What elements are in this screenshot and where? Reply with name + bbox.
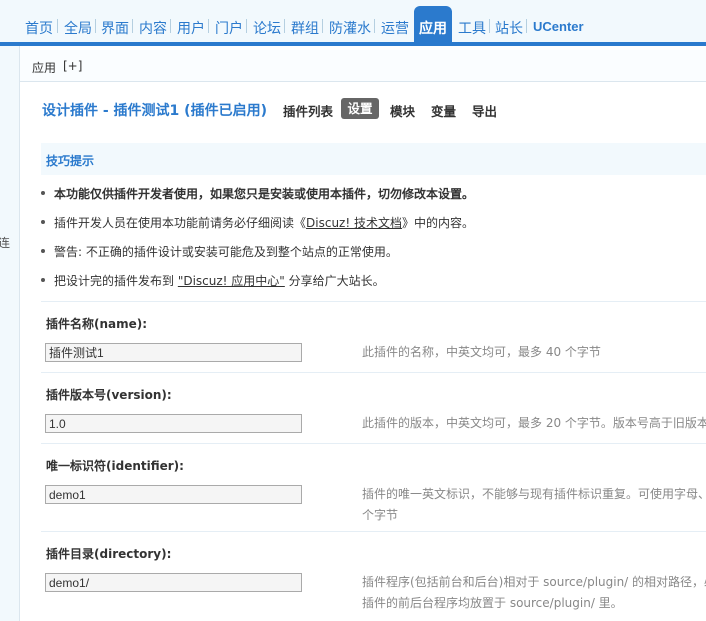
nav-apps-active[interactable]: 应用 (414, 6, 452, 46)
nav-divider (322, 19, 323, 33)
tip-text: 本功能仅供插件开发者使用，如果您只是安装或使用本插件，切勿修改本设置。 (54, 187, 475, 201)
nav-forum[interactable]: 论坛 (253, 18, 281, 38)
identifier-input[interactable]: demo1 (45, 485, 302, 504)
name-input[interactable]: 插件测试1 (45, 343, 302, 362)
nav-content[interactable]: 内容 (139, 18, 167, 38)
top-nav: 首页 全局 界面 内容 用户 门户 论坛 群组 防灌水 运营 应用 工具 站长 … (0, 0, 706, 46)
breadcrumb-label: 应用 (32, 61, 57, 75)
left-sidebar: 连 (0, 46, 20, 621)
nav-divider (526, 19, 527, 33)
nav-webmaster[interactable]: 站长 (495, 18, 523, 38)
sidebar-cut-text[interactable]: 连 (0, 234, 10, 251)
tip-text: 》中的内容。 (401, 216, 474, 230)
nav-users[interactable]: 用户 (177, 18, 205, 38)
directory-desc-line2: 插件的前后台程序均放置于 source/plugin/ 里。 (362, 596, 623, 610)
tip-text: 警告: 不正确的插件设计或安装可能危及到整个站点的正常使用。 (54, 245, 398, 259)
discuz-docs-link[interactable]: Discuz! 技术文档 (306, 216, 402, 230)
directory-input[interactable]: demo1/ (45, 573, 302, 592)
nav-divider (489, 19, 490, 33)
directory-desc: 插件程序(包括前台和后台)相对于 source/plugin/ 的相对路径，必须 (362, 575, 706, 589)
nav-divider (246, 19, 247, 33)
tip-item: 警告: 不正确的插件设计或安装可能危及到整个站点的正常使用。 (41, 243, 398, 260)
tab-modules[interactable]: 模块 (390, 101, 415, 120)
nav-tools[interactable]: 工具 (458, 18, 486, 38)
tab-settings[interactable]: 设置 (341, 98, 379, 119)
tip-text: 插件开发人员在使用本功能前请务必仔细阅读《 (54, 216, 307, 230)
row-divider (41, 301, 706, 302)
nav-operations[interactable]: 运营 (381, 18, 409, 38)
nav-groups[interactable]: 群组 (291, 18, 319, 38)
page-title: 设计插件 - 插件测试1 (插件已启用) (42, 103, 267, 119)
version-desc: 此插件的版本，中英文均可，最多 20 个字节。版本号高于旧版本 (362, 416, 706, 430)
nav-home[interactable]: 首页 (25, 18, 53, 38)
tip-text: 把设计完的插件发布到 (54, 274, 178, 288)
nav-divider (57, 19, 58, 33)
expand-toggle[interactable]: [+] (63, 59, 82, 73)
tab-variables[interactable]: 变量 (431, 101, 456, 120)
nav-divider (170, 19, 171, 33)
app-center-link[interactable]: "Discuz! 应用中心" (178, 274, 285, 288)
row-divider (41, 372, 706, 373)
directory-label: 插件目录(directory): (46, 547, 172, 561)
tips-title: 技巧提示 (46, 154, 95, 168)
version-label: 插件版本号(version): (46, 388, 172, 402)
tab-plugin-list[interactable]: 插件列表 (283, 101, 333, 120)
version-input[interactable]: 1.0 (45, 414, 302, 433)
name-label: 插件名称(name): (46, 317, 148, 331)
tip-item: 本功能仅供插件开发者使用，如果您只是安装或使用本插件，切勿修改本设置。 (40, 185, 475, 202)
name-desc: 此插件的名称，中英文均可，最多 40 个字节 (362, 345, 601, 359)
tip-text: 分享给广大站长。 (284, 274, 385, 288)
tip-item: 把设计完的插件发布到 "Discuz! 应用中心" 分享给广大站长。 (41, 272, 385, 289)
nav-interface[interactable]: 界面 (101, 18, 129, 38)
row-divider (41, 531, 706, 532)
nav-ucenter[interactable]: UCenter (533, 19, 584, 34)
nav-apps-label: 应用 (419, 21, 447, 37)
nav-divider (374, 19, 375, 33)
nav-portal[interactable]: 门户 (215, 18, 243, 38)
identifier-desc: 插件的唯一英文标识，不能够与现有插件标识重复。可使用字母、 (362, 487, 706, 501)
identifier-desc-line2: 个字节 (362, 508, 399, 522)
tips-header: 技巧提示 (41, 143, 706, 175)
nav-divider (208, 19, 209, 33)
nav-divider (284, 19, 285, 33)
nav-divider (95, 19, 96, 33)
breadcrumb: 应用 [+] (20, 50, 706, 82)
nav-antispam[interactable]: 防灌水 (329, 18, 371, 38)
row-divider (41, 443, 706, 444)
identifier-label: 唯一标识符(identifier): (46, 459, 184, 473)
nav-global[interactable]: 全局 (64, 18, 92, 38)
tip-item: 插件开发人员在使用本功能前请务必仔细阅读《Discuz! 技术文档》中的内容。 (41, 214, 474, 231)
tab-export[interactable]: 导出 (472, 101, 497, 120)
nav-divider (132, 19, 133, 33)
